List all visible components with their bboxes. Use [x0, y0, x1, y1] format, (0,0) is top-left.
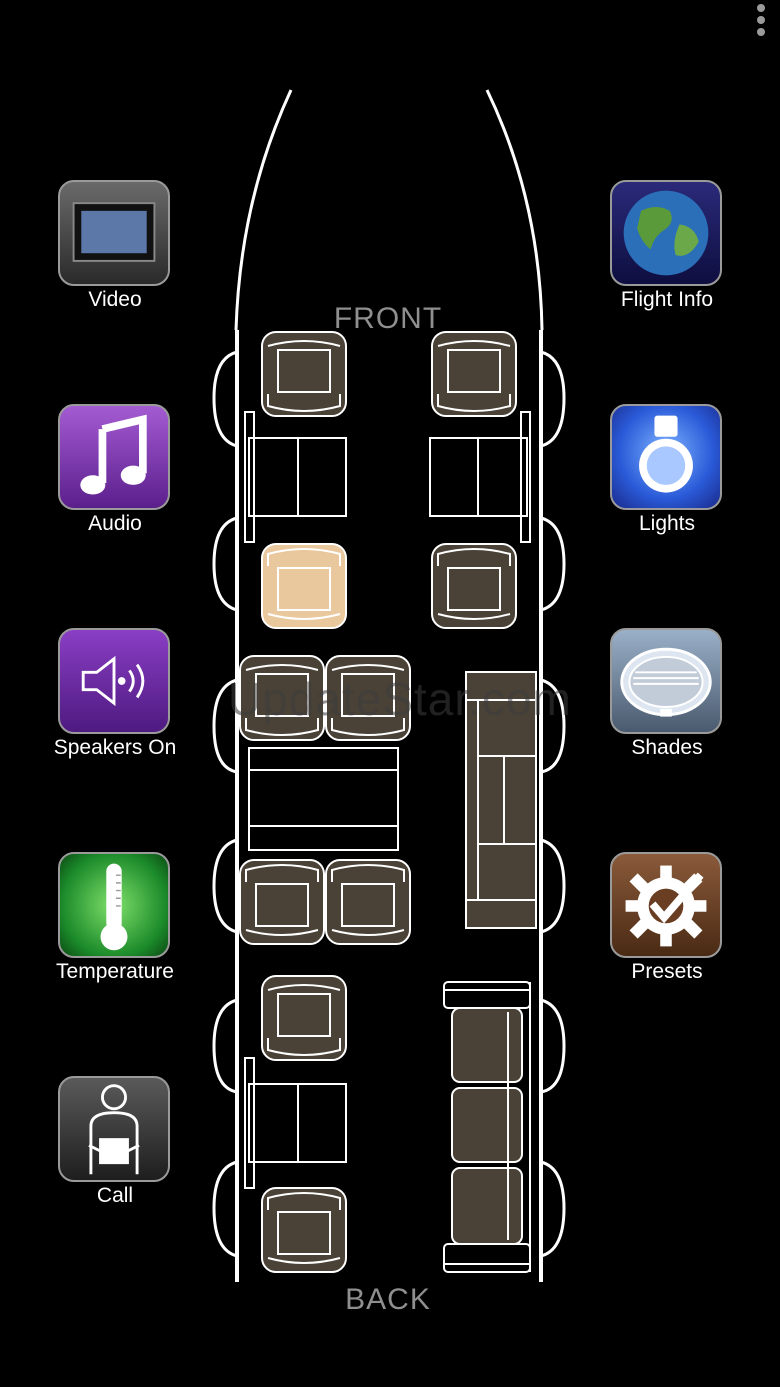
shades-button[interactable]: Shades [582, 628, 752, 768]
speaker-icon [58, 628, 170, 734]
window-shade-icon [610, 628, 722, 734]
conference-table [248, 747, 399, 851]
seat-left-row-3[interactable] [261, 975, 347, 1061]
presets-label: Presets [631, 960, 703, 983]
attendant-icon [58, 1076, 170, 1182]
seat-left-row-4[interactable] [261, 1187, 347, 1273]
call-button[interactable]: Call [30, 1076, 200, 1216]
light-bulb-icon [610, 404, 722, 510]
seat-left-row-1[interactable] [261, 331, 347, 417]
lights-button[interactable]: Lights [582, 404, 752, 544]
music-note-icon [58, 404, 170, 510]
seat-right-row-2[interactable] [431, 543, 517, 629]
video-label: Video [88, 288, 142, 311]
flight-info-button[interactable]: Flight Info [582, 180, 752, 320]
speakers-on-button[interactable]: Speakers On [30, 628, 200, 768]
seat-left-row-2[interactable] [261, 543, 347, 629]
presets-button[interactable]: Presets [582, 852, 752, 992]
gear-check-icon [610, 852, 722, 958]
lights-label: Lights [638, 512, 696, 535]
shades-label: Shades [631, 736, 703, 759]
sofa-rear-right[interactable] [443, 981, 531, 1273]
video-screen-icon [58, 180, 170, 286]
temperature-label: Temperature [56, 960, 174, 983]
globe-icon [610, 180, 722, 286]
seat-right-row-1[interactable] [431, 331, 517, 417]
flight-info-label: Flight Info [620, 288, 714, 311]
seat-club-3[interactable] [239, 859, 325, 945]
thermometer-icon [58, 852, 170, 958]
back-label: BACK [345, 1283, 431, 1316]
temperature-button[interactable]: Temperature [30, 852, 200, 992]
watermark: UpdateStar.com [228, 673, 572, 725]
audio-button[interactable]: Audio [30, 404, 200, 544]
seat-club-4[interactable] [325, 859, 411, 945]
call-label: Call [96, 1184, 134, 1207]
video-button[interactable]: Video [30, 180, 200, 320]
speakers-on-label: Speakers On [53, 736, 177, 759]
audio-label: Audio [88, 512, 142, 535]
front-label: FRONT [333, 302, 443, 335]
